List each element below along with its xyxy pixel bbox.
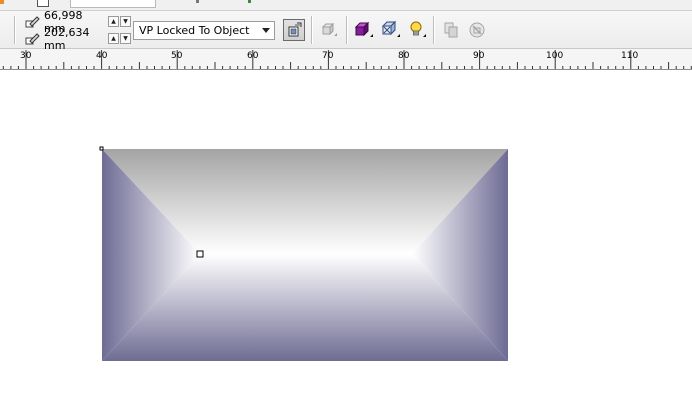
vanishing-point-toggle-icon bbox=[288, 22, 302, 37]
lightbulb-lighting-icon bbox=[410, 21, 426, 37]
toolbar-separator bbox=[311, 16, 312, 44]
chevron-down-icon bbox=[262, 28, 270, 33]
extrude-bevel-icon bbox=[381, 21, 400, 37]
copy-extrude-properties-icon bbox=[321, 22, 337, 36]
vanishing-point-value: VP Locked To Object bbox=[139, 24, 250, 37]
app-orange-icon bbox=[0, 0, 4, 4]
clear-extrude-icon bbox=[469, 22, 485, 38]
pencil-width-icon bbox=[25, 16, 40, 28]
ruler-label: 40 bbox=[96, 51, 108, 61]
ruler-label: 60 bbox=[247, 51, 259, 61]
ruler-label: 50 bbox=[171, 51, 183, 61]
width-spin-down[interactable]: ▼ bbox=[120, 16, 131, 27]
height-spin-up[interactable]: ▲ bbox=[108, 33, 119, 44]
ruler-label: 80 bbox=[398, 51, 410, 61]
drawing-canvas[interactable] bbox=[0, 70, 692, 406]
document-icon[interactable] bbox=[37, 0, 49, 7]
ruler-label: 30 bbox=[20, 51, 32, 61]
height-spin-down[interactable]: ▼ bbox=[120, 33, 131, 44]
convert-extrude-button[interactable] bbox=[440, 19, 462, 41]
clear-extrude-button[interactable] bbox=[466, 19, 488, 41]
ruler-label: 70 bbox=[322, 51, 334, 61]
property-bar: 66,998 mm ▲ ▼ 202,634 mm ▲ ▼ VP Locked T… bbox=[0, 9, 692, 52]
ruler-label: 90 bbox=[473, 51, 485, 61]
extrude-lighting-button[interactable] bbox=[405, 19, 427, 41]
vanishing-point-handle[interactable] bbox=[196, 250, 204, 258]
upper-input-field[interactable] bbox=[70, 0, 156, 8]
extruded-rectangle[interactable] bbox=[0, 70, 692, 406]
extrude-color-cube-icon bbox=[354, 21, 373, 37]
height-row: 202,634 mm bbox=[24, 26, 104, 52]
upper-toolbar-icon[interactable] bbox=[196, 0, 199, 3]
selection-handle[interactable] bbox=[99, 146, 104, 151]
vanishing-point-dropdown[interactable]: VP Locked To Object bbox=[133, 21, 275, 40]
toolbar-separator bbox=[14, 16, 15, 44]
convert-extrude-icon bbox=[444, 22, 458, 38]
extrude-color-button[interactable] bbox=[352, 19, 374, 41]
extrude-bevel-button[interactable] bbox=[379, 19, 401, 41]
ruler-label: 100 bbox=[546, 51, 564, 61]
toolbar-separator bbox=[346, 16, 347, 44]
upper-toolbar-icon-green[interactable] bbox=[248, 0, 251, 3]
vanishing-point-toggle-button[interactable] bbox=[283, 19, 305, 41]
toolbar-separator bbox=[433, 16, 434, 44]
copy-extrude-button[interactable] bbox=[318, 19, 340, 41]
horizontal-ruler[interactable]: 30 40 50 60 70 80 90 100 110 bbox=[0, 49, 692, 70]
ruler-label: 110 bbox=[621, 51, 639, 61]
pencil-height-icon bbox=[25, 33, 40, 45]
width-spin-up[interactable]: ▲ bbox=[108, 16, 119, 27]
